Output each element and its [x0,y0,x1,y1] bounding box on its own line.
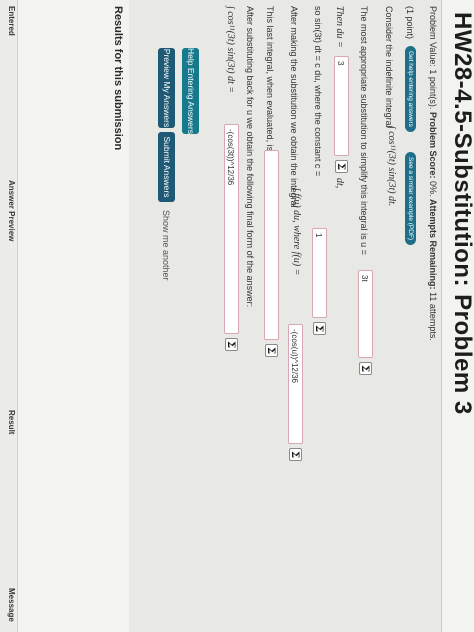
similar-example-link[interactable]: See a similar example (PDF) [405,152,416,246]
answer-du-input[interactable]: 3 [334,56,349,156]
sigma-icon[interactable]: Σ [265,344,278,357]
problem-panel: Problem Value: 1 point(s). Problem Score… [129,0,442,632]
sigma-icon[interactable]: Σ [289,448,302,461]
problem-score-label: Problem Score: [428,111,438,179]
integral-expression: ∫ cos¹¹(3t) sin(3t) dt. [386,126,397,207]
answer-u-input[interactable]: 3t [358,270,373,358]
submit-answers-button[interactable]: Submit Answers [158,132,175,202]
column-message: Message [7,588,16,622]
answer-eval-input[interactable] [264,150,279,340]
results-table-header [0,0,18,632]
dt-suffix: dt, [334,178,345,189]
sigma-icon[interactable]: Σ [335,160,348,173]
problem-page: HW28-4.5-Substitution: Problem 3 Problem… [0,0,474,632]
help-entering-answers-button[interactable]: Help Entering Answers [182,48,199,134]
attempts-label: Attempts Remaining: [428,199,438,290]
problem-value-label: Problem Value: [428,6,438,67]
sigma-icon[interactable]: Σ [225,338,238,351]
column-answer-preview: Answer Preview [7,180,16,242]
substitution-prompt: The most appropriate substitution to sim… [359,6,369,255]
substitute-back-text: After substituting back for u we obtain … [245,6,255,308]
sigma-icon[interactable]: Σ [359,362,372,375]
problem-value: 1 point(s). [428,69,438,110]
after-substitution-text: After making the substitution we obtain … [289,6,299,208]
points-label: (1 point) [405,6,415,40]
problem-info: Problem Value: 1 point(s). Problem Score… [428,6,438,341]
evaluated-prompt: This last integral, when evaluated, is [265,6,275,152]
attempts-remaining: 11 attempts. [428,292,438,341]
final-integral-expression: ∫ cos¹¹(3t) sin(3t) dt = [225,6,236,94]
answer-c-input[interactable]: 1 [312,228,327,318]
sigma-icon[interactable]: Σ [313,322,326,335]
column-result: Result [7,410,16,435]
integral-fu-expression: ∫ f(u) du, where f(u) = [291,188,302,276]
page-title: HW28-4.5-Substitution: Problem 3 [449,12,474,415]
results-heading: Results for this submission [112,6,124,151]
show-another-link[interactable]: Show me another [161,210,171,281]
problem-score: 0%. [428,180,438,197]
preview-answers-button[interactable]: Preview My Answers [158,48,175,128]
then-du-label: Then du = [334,6,345,48]
constant-prompt: so sin(3t) dt = c du, where the constant… [313,6,323,177]
answer-fu-input[interactable]: -(cos(u))^12/36 [288,324,303,444]
answer-final-input[interactable]: -(cos(3t))^12/36 [224,124,239,334]
question-intro: Consider the indefinite integral [384,6,394,128]
column-entered: Entered [7,6,16,36]
help-entering-link[interactable]: Get help entering answers [405,46,416,132]
